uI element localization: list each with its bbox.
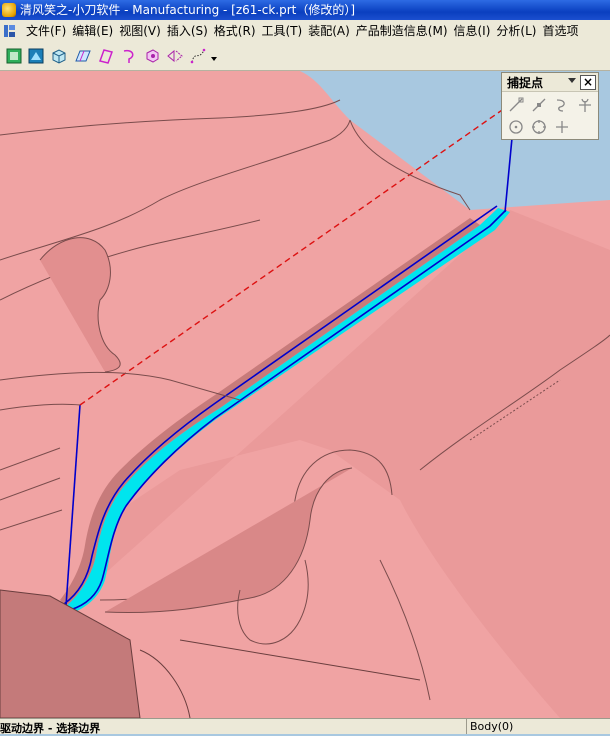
quadrant-snap-icon[interactable] (531, 119, 547, 135)
menu-edit[interactable]: 编辑(E) (72, 20, 119, 42)
status-prompt: 驱动边界 - 选择边界 (0, 722, 101, 735)
snap-point-toolbar: 捕捉点 × (501, 72, 599, 140)
menu-grip-icon[interactable] (2, 22, 18, 40)
toolbar (0, 42, 610, 71)
intersection-snap-icon[interactable] (577, 97, 593, 113)
snap-toolbar-header[interactable]: 捕捉点 × (502, 73, 598, 92)
menu-bar: 文件(F) 编辑(E) 视图(V) 插入(S) 格式(R) 工具(T) 装配(A… (0, 20, 610, 42)
model-render[interactable] (0, 71, 610, 718)
menu-items: 文件(F) 编辑(E) 视图(V) 插入(S) 格式(R) 工具(T) 装配(A… (26, 20, 584, 42)
menu-format[interactable]: 格式(R) (214, 20, 262, 42)
endpoint-snap-icon[interactable] (508, 97, 524, 113)
solid-body-icon[interactable] (50, 47, 68, 65)
control-point-snap-icon[interactable] (554, 97, 570, 113)
status-bar: 驱动边界 - 选择边界 Body(0) (0, 718, 610, 735)
snap-dropdown-icon[interactable] (568, 78, 576, 83)
menu-file[interactable]: 文件(F) (26, 20, 72, 42)
menu-view[interactable]: 视图(V) (119, 20, 167, 42)
menu-tools[interactable]: 工具(T) (262, 20, 309, 42)
existing-point-snap-icon[interactable] (554, 119, 570, 135)
window-title: 清风笑之-小刀软件 - Manufacturing - [z61-ck.prt（… (20, 3, 356, 17)
menu-assembly[interactable]: 装配(A) (308, 20, 356, 42)
datum-csys-icon[interactable] (143, 47, 161, 65)
point-set-icon[interactable] (189, 47, 207, 65)
curve-icon[interactable] (120, 47, 138, 65)
save-view-icon[interactable] (27, 47, 45, 65)
toolbar-overflow-icon[interactable] (209, 47, 219, 65)
part-navigator-icon[interactable] (5, 47, 23, 65)
menu-insert[interactable]: 插入(S) (167, 20, 214, 42)
snap-close-button[interactable]: × (580, 75, 596, 90)
arc-center-snap-icon[interactable] (508, 119, 524, 135)
menu-pmi[interactable]: 产品制造信息(M) (356, 20, 454, 42)
midpoint-snap-icon[interactable] (531, 97, 547, 113)
section-icon[interactable] (166, 47, 184, 65)
menu-analysis[interactable]: 分析(L) (496, 20, 542, 42)
selection-count: Body(0) (470, 720, 514, 733)
plane-icon[interactable] (97, 47, 115, 65)
sheet-body-icon[interactable] (74, 47, 92, 65)
status-separator (466, 719, 467, 734)
graphics-viewport[interactable] (0, 71, 610, 718)
title-bar: 清风笑之-小刀软件 - Manufacturing - [z61-ck.prt（… (0, 0, 610, 20)
snap-toolbar-title: 捕捉点 (507, 76, 544, 90)
app-icon (2, 3, 16, 17)
menu-information[interactable]: 信息(I) (454, 20, 497, 42)
menu-preferences[interactable]: 首选项 (542, 20, 584, 42)
